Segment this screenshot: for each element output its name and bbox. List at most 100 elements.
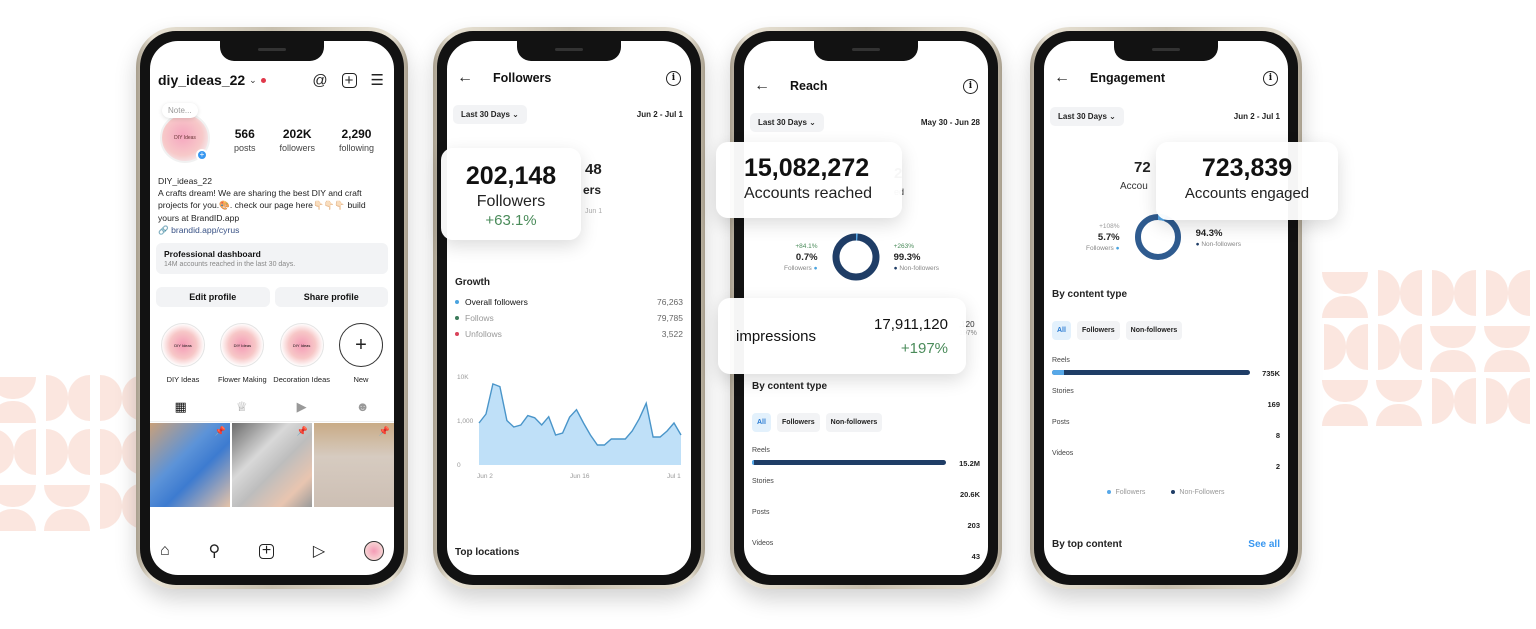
date-range-dropdown[interactable]: Last 30 Days ⌄ (453, 105, 527, 124)
post-thumbnail[interactable]: 📌 (314, 423, 394, 507)
followers-callout: 202,148 Followers +63.1% (441, 148, 581, 240)
info-icon[interactable]: i (963, 78, 978, 94)
legend-dot: ● (1195, 241, 1200, 248)
stat-followers[interactable]: 202K followers (279, 127, 315, 153)
stat-label: followers (279, 143, 315, 153)
highlight-label: Decoration Ideas (273, 375, 330, 384)
pill-non-followers[interactable]: Non-followers (1125, 321, 1183, 340)
profile-screen: diy_ideas_22 ⌄ @ + ☰ DIY Ideas Note... +… (150, 41, 394, 575)
back-arrow-icon[interactable]: ← (754, 77, 770, 95)
legend-dot (455, 316, 459, 320)
growth-value: 76,263 (657, 297, 683, 307)
phone-notch (517, 41, 621, 61)
growth-row-unfollows: Unfollows 3,522 (455, 329, 683, 339)
pill-all[interactable]: All (1052, 321, 1071, 340)
y-tick-label: 0 (457, 462, 461, 469)
content-bar-followers (752, 460, 754, 465)
nonfollowers-change: +263% (893, 242, 914, 250)
edit-profile-button[interactable]: Edit profile (156, 287, 270, 307)
highlight-flower-making[interactable]: DIY Ideas Flower Making (213, 323, 271, 384)
followers-screen: ← Followers i Last 30 Days ⌄ Jun 2 - Jul… (447, 41, 691, 575)
phone-profile: diy_ideas_22 ⌄ @ + ☰ DIY Ideas Note... +… (136, 27, 408, 589)
post-grid: 📌 📌 📌 (150, 423, 394, 507)
menu-icon[interactable]: ☰ (371, 71, 384, 89)
bio: DIY_ideas_22 A crafts dream! We are shar… (158, 175, 386, 236)
content-value: 203 (967, 521, 980, 530)
link-icon: 🔗 (158, 224, 169, 235)
callout-label: Accounts engaged (1184, 185, 1310, 202)
crown-icon[interactable]: ♕ (236, 399, 248, 415)
post-thumbnail[interactable]: 📌 (150, 423, 230, 507)
profile-icon[interactable] (363, 541, 384, 561)
highlight-diy-ideas[interactable]: DIY Ideas DIY Ideas (154, 323, 212, 384)
back-arrow-icon[interactable]: ← (1054, 69, 1070, 87)
date-range-dropdown[interactable]: Last 30 Days ⌄ (1050, 107, 1124, 126)
y-tick-label: 1,000 (457, 418, 474, 425)
highlight-cover: DIY Ideas (161, 323, 205, 367)
callout-value: 723,839 (1201, 154, 1293, 182)
note-bubble[interactable]: Note... (162, 103, 198, 118)
stat-posts[interactable]: 566 posts (234, 127, 256, 153)
username[interactable]: diy_ideas_22 (158, 72, 245, 88)
tagged-icon[interactable]: ☻ (356, 399, 370, 415)
stat-label: following (338, 143, 374, 153)
grid-icon[interactable]: ▦ (175, 399, 187, 415)
growth-label: Unfollows (465, 329, 502, 339)
reach-donut (832, 233, 880, 281)
highlight-label: DIY Ideas (166, 375, 200, 384)
content-row-posts: Posts 203 (752, 509, 980, 539)
pill-non-followers[interactable]: Non-followers (825, 413, 883, 432)
create-icon[interactable]: + (259, 543, 275, 559)
content-filter-pills: All Followers Non-followers (1052, 321, 1183, 340)
impressions-callout: impressions 17,911,120 +197% (718, 298, 966, 374)
post-thumbnail[interactable]: 📌 (232, 423, 312, 507)
legend-non-followers: Non-Followers (1171, 489, 1225, 496)
professional-dashboard[interactable]: Professional dashboard 14M accounts reac… (156, 243, 388, 274)
callout-change: +197% (900, 340, 948, 357)
pin-icon: 📌 (378, 426, 390, 436)
chevron-down-icon[interactable]: ⌄ (249, 75, 257, 86)
growth-label: Follows (465, 313, 494, 323)
stat-following[interactable]: 2,290 following (339, 127, 374, 153)
date-range-dropdown[interactable]: Last 30 Days ⌄ (750, 113, 824, 132)
bio-link-text: brandid.app/cyrus (171, 224, 240, 235)
back-arrow-icon[interactable]: ← (457, 69, 473, 87)
phone-engagement: ← Engagement i Last 30 Days ⌄ Jun 2 - Ju… (1030, 27, 1302, 589)
bio-link[interactable]: 🔗 brandid.app/cyrus (158, 224, 386, 236)
legend-dot (455, 332, 459, 336)
highlight-label: Flower Making (217, 375, 267, 384)
nonfollowers-label: Non-followers (899, 264, 940, 272)
home-icon[interactable]: ⌂ (160, 542, 170, 560)
info-icon[interactable]: i (666, 70, 681, 86)
ghost-value: 72 (1134, 159, 1151, 176)
add-story-icon[interactable]: + (196, 149, 208, 161)
stat-value: 566 (234, 127, 255, 141)
reels-icon[interactable]: ▷ (313, 541, 325, 561)
legend-dot: ● (1115, 244, 1120, 252)
pin-icon: 📌 (296, 426, 308, 436)
pill-all[interactable]: All (752, 413, 771, 432)
pill-followers[interactable]: Followers (776, 413, 820, 432)
create-icon[interactable]: + (341, 72, 357, 88)
ghost-label: Accou (1120, 181, 1148, 192)
search-icon[interactable]: ⚲ (208, 541, 220, 561)
ghost-value: 48 (585, 161, 602, 178)
highlight-new[interactable]: + New (332, 323, 390, 384)
info-icon[interactable]: i (1263, 70, 1278, 86)
content-row-videos: Videos 43 (752, 540, 980, 570)
phone-notch (220, 41, 324, 61)
content-value: 20.6K (959, 490, 980, 499)
notification-dot (260, 77, 266, 83)
reels-icon[interactable]: ▶ (297, 399, 307, 415)
threads-icon[interactable]: @ (312, 72, 327, 89)
nonfollowers-percent: 99.3% (893, 251, 921, 263)
pill-followers[interactable]: Followers (1076, 321, 1120, 340)
callout-value: 17,911,120 (874, 316, 948, 333)
content-row-stories: Stories 20.6K (752, 478, 980, 508)
growth-value: 79,785 (657, 313, 683, 323)
see-all-link[interactable]: See all (1248, 539, 1280, 550)
range-label: Last 30 Days (461, 110, 510, 119)
highlight-decoration-ideas[interactable]: DIY Ideas Decoration Ideas (273, 323, 331, 384)
share-profile-button[interactable]: Share profile (274, 287, 388, 307)
donut-nonfollowers-ring (1134, 214, 1181, 260)
